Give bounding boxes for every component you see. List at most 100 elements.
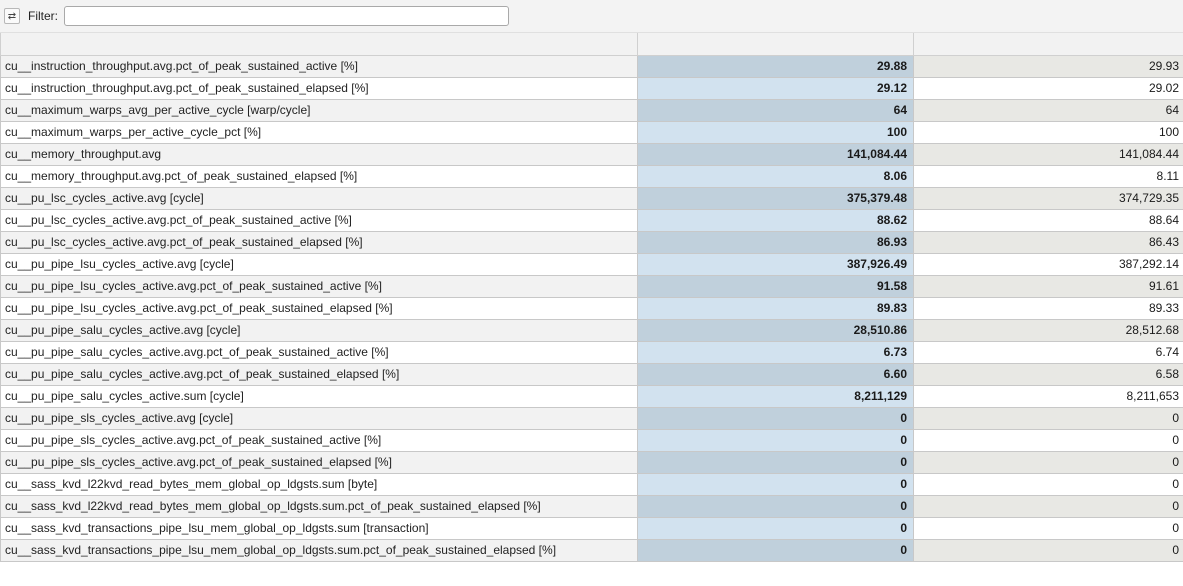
- filter-label: Filter:: [28, 9, 58, 23]
- metric-name-cell: cu__sass_kvd_transactions_pipe_lsu_mem_g…: [0, 517, 638, 540]
- baseline-value-cell: 100: [637, 121, 914, 144]
- metric-name-cell: cu__pu_pipe_salu_cycles_active.avg [cycl…: [0, 319, 638, 342]
- current-value-cell: 100: [913, 121, 1183, 144]
- table-row[interactable]: cu__pu_pipe_lsu_cycles_active.avg.pct_of…: [0, 275, 1183, 298]
- current-value-cell: 374,729.35: [913, 187, 1183, 210]
- swap-arrows-icon[interactable]: ⇄: [4, 8, 20, 24]
- baseline-value-cell: 0: [637, 539, 914, 562]
- baseline-value-cell: 29.12: [637, 77, 914, 100]
- metric-name-cell: cu__sass_kvd_transactions_pipe_lsu_mem_g…: [0, 539, 638, 562]
- current-value-cell: 86.43: [913, 231, 1183, 254]
- current-value-cell: 0: [913, 517, 1183, 540]
- metric-name-cell: cu__pu_pipe_lsu_cycles_active.avg.pct_of…: [0, 275, 638, 298]
- baseline-value-cell: 375,379.48: [637, 187, 914, 210]
- baseline-value-cell: 89.83: [637, 297, 914, 320]
- table-row[interactable]: cu__instruction_throughput.avg.pct_of_pe…: [0, 55, 1183, 78]
- baseline-value-cell: 6.60: [637, 363, 914, 386]
- table-row[interactable]: cu__pu_lsc_cycles_active.avg.pct_of_peak…: [0, 231, 1183, 254]
- table-row[interactable]: cu__memory_throughput.avg 141,084.44 141,0…: [0, 143, 1183, 166]
- current-value-cell: 387,292.14: [913, 253, 1183, 276]
- current-value-cell: 28,512.68: [913, 319, 1183, 342]
- table-row[interactable]: cu__pu_pipe_sls_cycles_active.avg.pct_of…: [0, 451, 1183, 474]
- metric-name-cell: cu__pu_pipe_sls_cycles_active.avg [cycle…: [0, 407, 638, 430]
- current-value-cell: 8.11: [913, 165, 1183, 188]
- metric-name-cell: cu__maximum_warps_per_active_cycle_pct […: [0, 121, 638, 144]
- metric-name-cell: cu__pu_pipe_sls_cycles_active.avg.pct_of…: [0, 429, 638, 452]
- current-value-cell: 141,084.44: [913, 143, 1183, 166]
- current-value-cell: 6.74: [913, 341, 1183, 364]
- current-value-cell: 64: [913, 99, 1183, 122]
- baseline-value-cell: 8.06: [637, 165, 914, 188]
- table-row[interactable]: cu__sass_kvd_l22kvd_read_bytes_mem_globa…: [0, 473, 1183, 496]
- table-row[interactable]: cu__maximum_warps_avg_per_active_cycle […: [0, 99, 1183, 122]
- baseline-value-cell: 0: [637, 429, 914, 452]
- table-row[interactable]: cu__sass_kvd_transactions_pipe_lsu_mem_g…: [0, 517, 1183, 540]
- baseline-value-cell: 88.62: [637, 209, 914, 232]
- column-header-metric-name[interactable]: [0, 33, 638, 56]
- toolbar: ⇄ Filter:: [0, 0, 1183, 33]
- current-value-cell: 29.93: [913, 55, 1183, 78]
- baseline-value-cell: 6.73: [637, 341, 914, 364]
- metrics-table: cu__instruction_throughput.avg.pct_of_pe…: [0, 33, 1183, 562]
- metric-name-cell: cu__instruction_throughput.avg.pct_of_pe…: [0, 55, 638, 78]
- metric-name-cell: cu__pu_pipe_lsu_cycles_active.avg [cycle…: [0, 253, 638, 276]
- metric-name-cell: cu__pu_pipe_salu_cycles_active.sum [cycl…: [0, 385, 638, 408]
- baseline-value-cell: 0: [637, 407, 914, 430]
- table-row[interactable]: cu__pu_pipe_sls_cycles_active.avg.pct_of…: [0, 429, 1183, 452]
- table-row[interactable]: cu__sass_kvd_l22kvd_read_bytes_mem_globa…: [0, 495, 1183, 518]
- current-value-cell: 8,211,653: [913, 385, 1183, 408]
- table-header-row: [0, 33, 1183, 56]
- metric-name-cell: cu__memory_throughput.avg: [0, 143, 638, 166]
- metric-name-cell: cu__sass_kvd_l22kvd_read_bytes_mem_globa…: [0, 473, 638, 496]
- baseline-value-cell: 29.88: [637, 55, 914, 78]
- metric-name-cell: cu__pu_lsc_cycles_active.avg.pct_of_peak…: [0, 209, 638, 232]
- table-row[interactable]: cu__instruction_throughput.avg.pct_of_pe…: [0, 77, 1183, 100]
- metric-name-cell: cu__pu_lsc_cycles_active.avg [cycle]: [0, 187, 638, 210]
- metric-name-cell: cu__instruction_throughput.avg.pct_of_pe…: [0, 77, 638, 100]
- table-row[interactable]: cu__pu_pipe_salu_cycles_active.avg [cycl…: [0, 319, 1183, 342]
- metric-name-cell: cu__pu_pipe_salu_cycles_active.avg.pct_o…: [0, 341, 638, 364]
- metric-name-cell: cu__memory_throughput.avg.pct_of_peak_su…: [0, 165, 638, 188]
- current-value-cell: 89.33: [913, 297, 1183, 320]
- table-row[interactable]: cu__pu_pipe_salu_cycles_active.avg.pct_o…: [0, 363, 1183, 386]
- baseline-value-cell: 0: [637, 473, 914, 496]
- column-header-baseline[interactable]: [637, 33, 914, 56]
- metric-name-cell: cu__sass_kvd_l22kvd_read_bytes_mem_globa…: [0, 495, 638, 518]
- baseline-value-cell: 64: [637, 99, 914, 122]
- table-row[interactable]: cu__pu_pipe_lsu_cycles_active.avg [cycle…: [0, 253, 1183, 276]
- baseline-value-cell: 28,510.86: [637, 319, 914, 342]
- current-value-cell: 0: [913, 429, 1183, 452]
- metric-name-cell: cu__pu_pipe_lsu_cycles_active.avg.pct_of…: [0, 297, 638, 320]
- current-value-cell: 0: [913, 539, 1183, 562]
- table-row[interactable]: cu__pu_pipe_lsu_cycles_active.avg.pct_of…: [0, 297, 1183, 320]
- filter-input[interactable]: [64, 6, 509, 26]
- table-row[interactable]: cu__memory_throughput.avg.pct_of_peak_su…: [0, 165, 1183, 188]
- current-value-cell: 6.58: [913, 363, 1183, 386]
- table-row[interactable]: cu__pu_pipe_sls_cycles_active.avg [cycle…: [0, 407, 1183, 430]
- table-row[interactable]: cu__pu_lsc_cycles_active.avg.pct_of_peak…: [0, 209, 1183, 232]
- baseline-value-cell: 0: [637, 517, 914, 540]
- metric-name-cell: cu__pu_pipe_salu_cycles_active.avg.pct_o…: [0, 363, 638, 386]
- table-row[interactable]: cu__pu_pipe_salu_cycles_active.sum [cycl…: [0, 385, 1183, 408]
- current-value-cell: 91.61: [913, 275, 1183, 298]
- baseline-value-cell: 8,211,129: [637, 385, 914, 408]
- current-value-cell: 29.02: [913, 77, 1183, 100]
- baseline-value-cell: 86.93: [637, 231, 914, 254]
- table-row[interactable]: cu__sass_kvd_transactions_pipe_lsu_mem_g…: [0, 539, 1183, 562]
- baseline-value-cell: 91.58: [637, 275, 914, 298]
- baseline-value-cell: 141,084.44: [637, 143, 914, 166]
- table-row[interactable]: cu__maximum_warps_per_active_cycle_pct […: [0, 121, 1183, 144]
- table-body: cu__instruction_throughput.avg.pct_of_pe…: [0, 55, 1183, 562]
- current-value-cell: 0: [913, 473, 1183, 496]
- table-row[interactable]: cu__pu_pipe_salu_cycles_active.avg.pct_o…: [0, 341, 1183, 364]
- current-value-cell: 0: [913, 451, 1183, 474]
- current-value-cell: 88.64: [913, 209, 1183, 232]
- baseline-value-cell: 0: [637, 451, 914, 474]
- baseline-value-cell: 0: [637, 495, 914, 518]
- metric-name-cell: cu__pu_lsc_cycles_active.avg.pct_of_peak…: [0, 231, 638, 254]
- metric-name-cell: cu__maximum_warps_avg_per_active_cycle […: [0, 99, 638, 122]
- table-row[interactable]: cu__pu_lsc_cycles_active.avg [cycle] 375,…: [0, 187, 1183, 210]
- column-header-current[interactable]: [913, 33, 1183, 56]
- metric-name-cell: cu__pu_pipe_sls_cycles_active.avg.pct_of…: [0, 451, 638, 474]
- current-value-cell: 0: [913, 407, 1183, 430]
